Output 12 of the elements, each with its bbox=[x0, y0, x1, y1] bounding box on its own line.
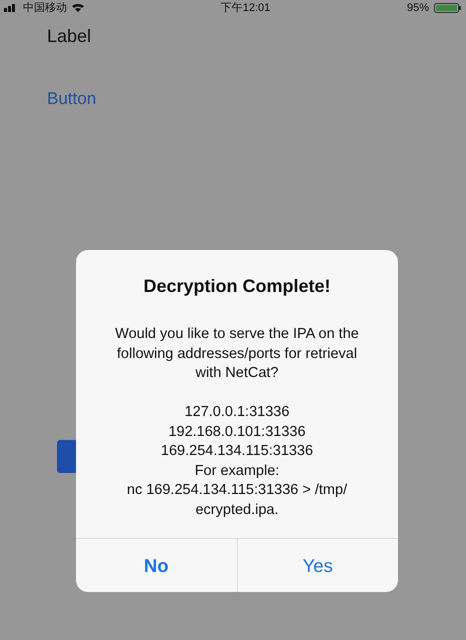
alert-message: Would you like to serve the IPA on the following addresses/ports for retrieval with NetCat? 127.0.0.1:31336 192.168.0.101:31336 169.254.134.115:31336 For example: nc 169.254.134.115:31336 > /tmp/ ecrypted.ipa. bbox=[114, 325, 360, 520]
alert-title: Decryption Complete! bbox=[142, 276, 332, 297]
text-button[interactable]: Button bbox=[47, 89, 96, 109]
carrier-name: 中国移动 bbox=[23, 1, 67, 15]
alert-action-button[interactable]: Yes bbox=[236, 539, 398, 592]
wifi-icon bbox=[72, 4, 84, 12]
label-text: Label bbox=[47, 26, 92, 47]
signal-icon bbox=[4, 4, 18, 12]
battery-icon bbox=[434, 3, 462, 13]
clock-time: 下午12:01 bbox=[220, 1, 270, 15]
alert-action-button[interactable]: No bbox=[76, 539, 236, 592]
battery-percent: 95% bbox=[406, 1, 429, 15]
